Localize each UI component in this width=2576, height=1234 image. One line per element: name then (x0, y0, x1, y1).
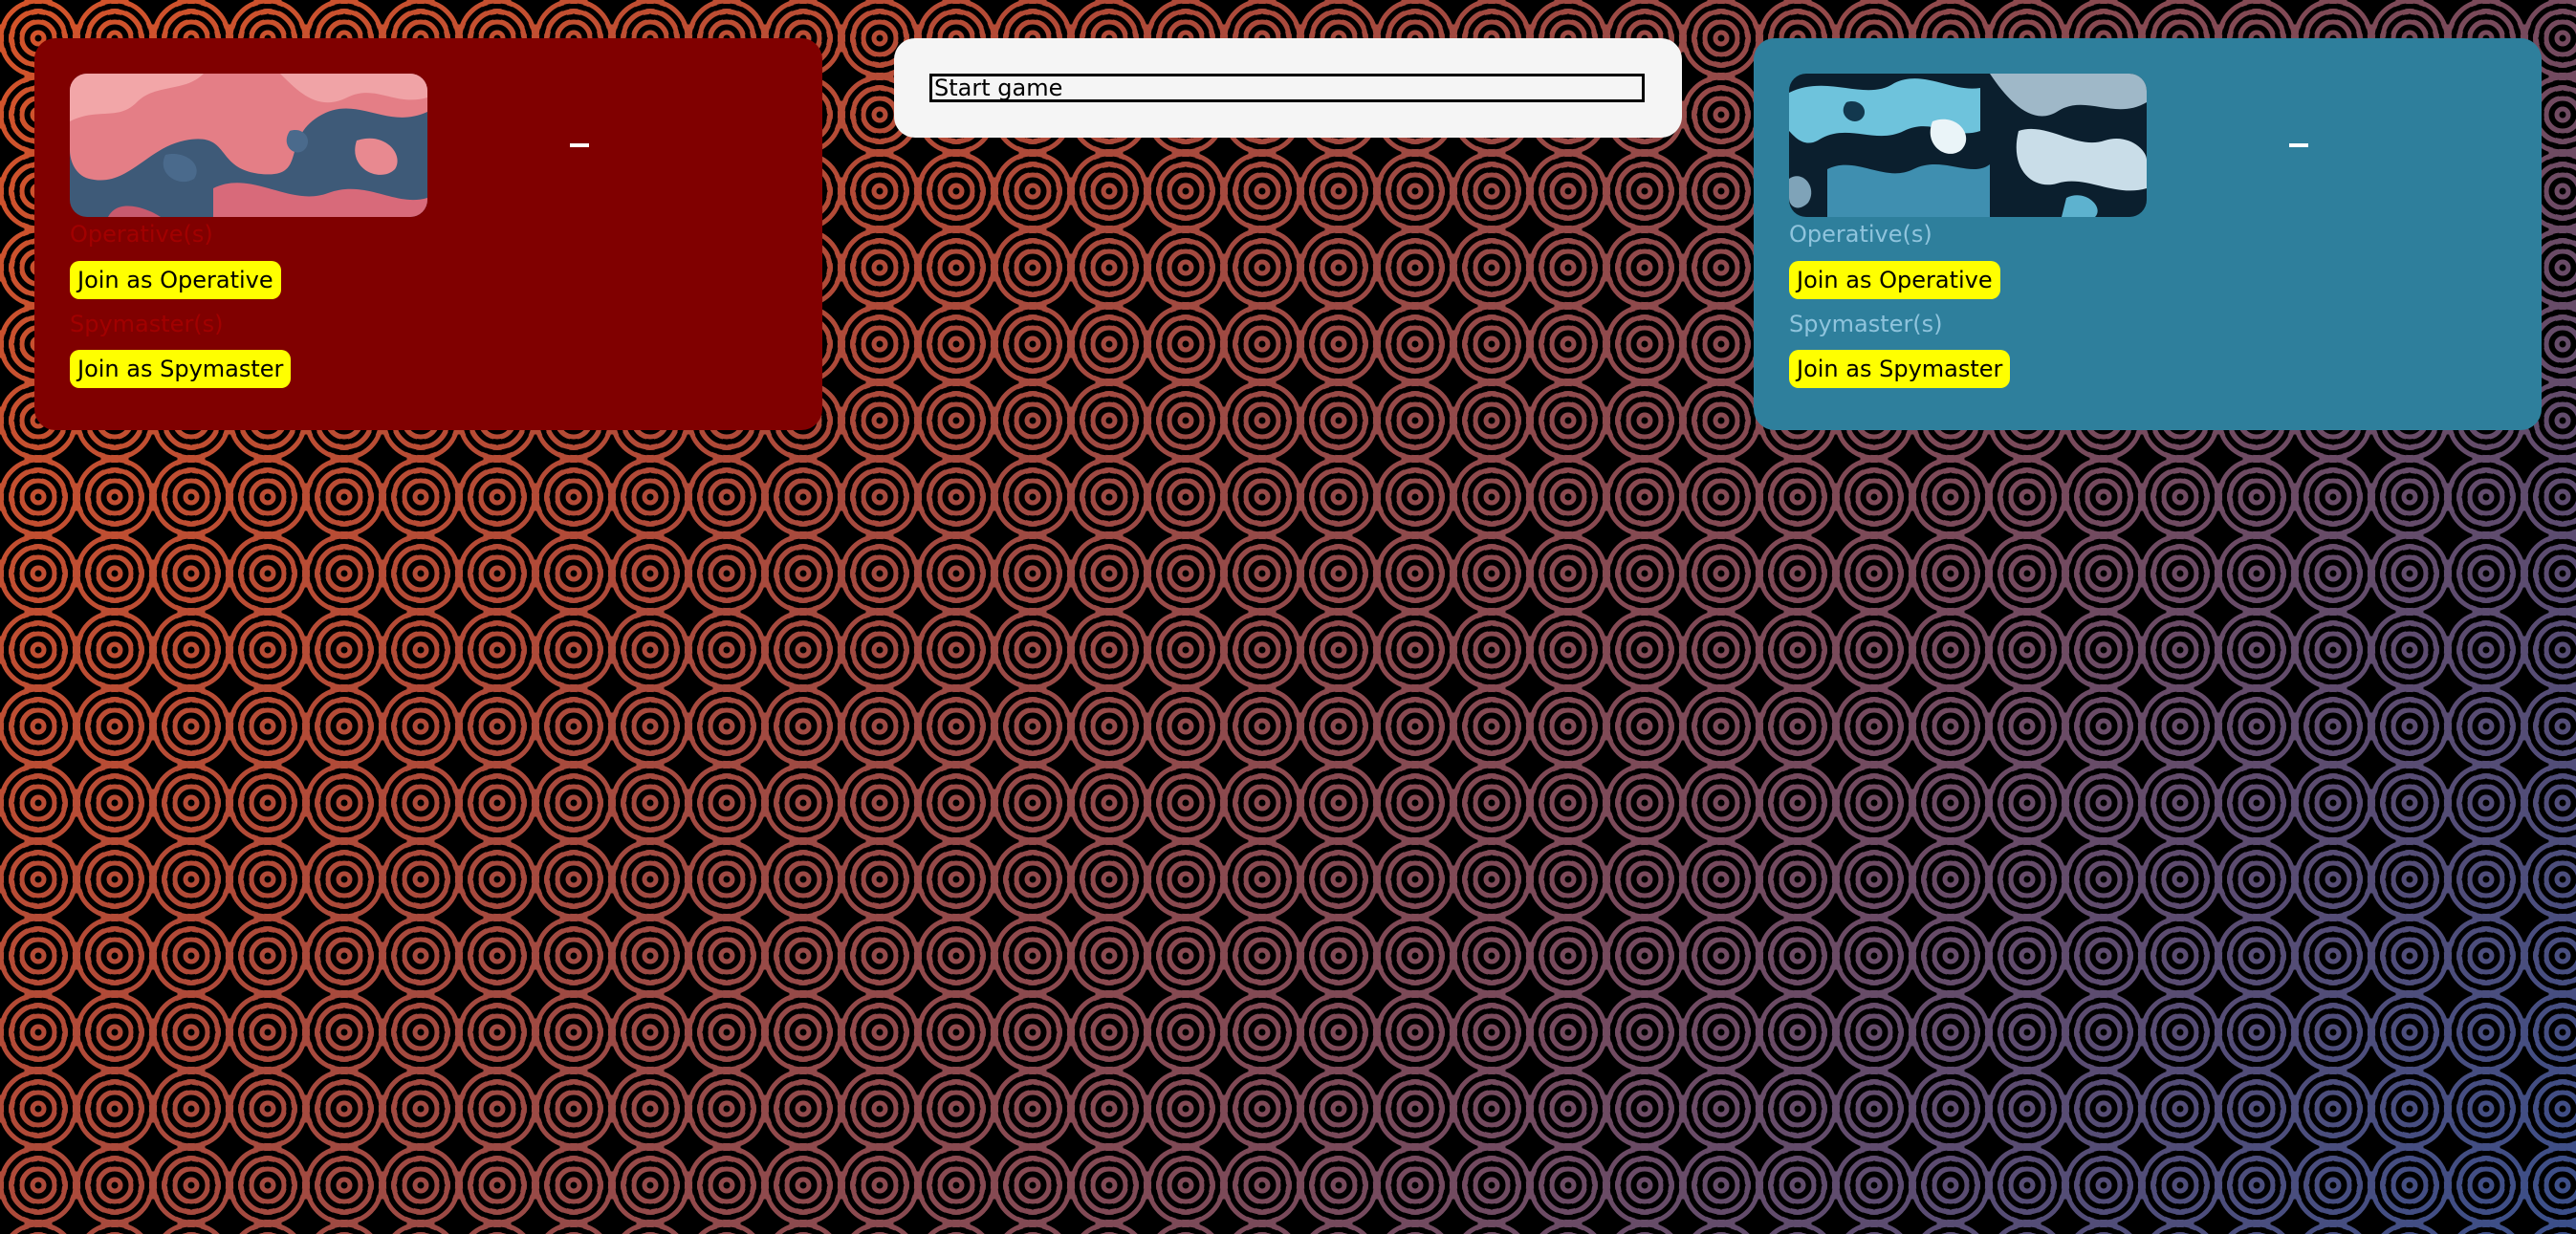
start-game-button[interactable]: Start game (929, 74, 1645, 102)
red-join-operative-button[interactable]: Join as Operative (70, 261, 281, 299)
blue-spymasters-label: Spymaster(s) (1789, 311, 1943, 337)
red-join-spymaster-button[interactable]: Join as Spymaster (70, 350, 292, 388)
red-operatives-label: Operative(s) (70, 221, 213, 248)
red-team-score: - (570, 143, 589, 147)
blue-team-image (1789, 74, 2147, 217)
blue-team-score: - (2289, 143, 2308, 147)
blue-operatives-label: Operative(s) (1789, 221, 1932, 248)
red-spymasters-label: Spymaster(s) (70, 311, 224, 337)
blue-join-operative-button[interactable]: Join as Operative (1789, 261, 2000, 299)
lobby-panel: Start game (894, 38, 1682, 138)
red-team-image (70, 74, 427, 217)
blue-team-panel: - Operative(s) Join as Operative Spymast… (1754, 38, 2542, 430)
red-team-panel: - Operative(s) Join as Operative Spymast… (34, 38, 822, 430)
blue-join-spymaster-button[interactable]: Join as Spymaster (1789, 350, 2011, 388)
